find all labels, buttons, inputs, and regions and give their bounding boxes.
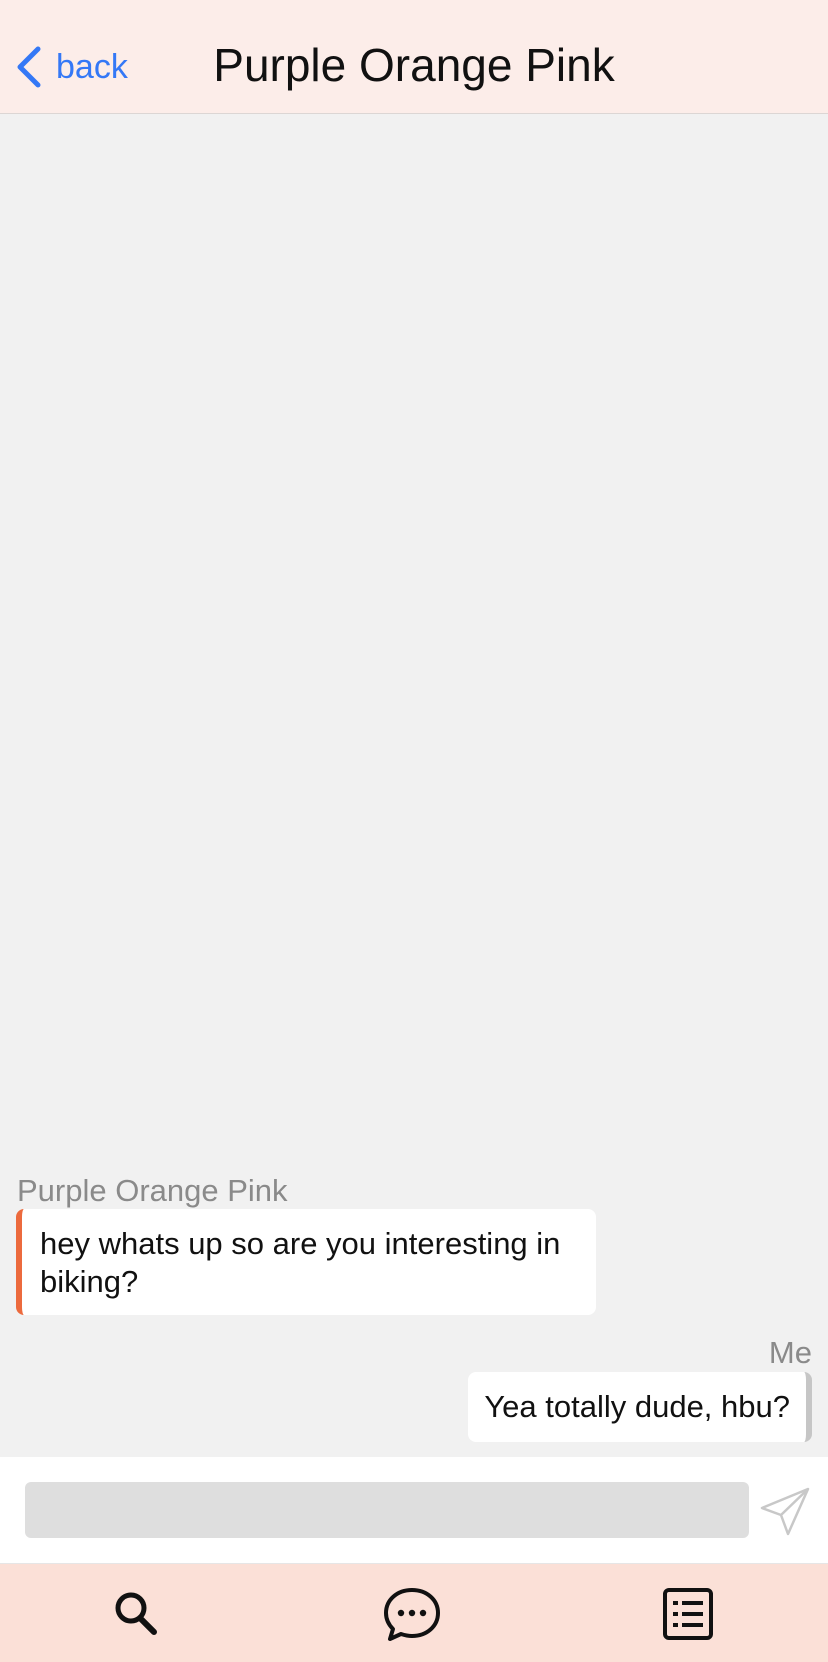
message-input[interactable] (25, 1482, 749, 1538)
tab-search[interactable] (104, 1582, 168, 1646)
list-icon (663, 1588, 713, 1640)
message-list[interactable]: Purple Orange Pink hey whats up so are y… (0, 115, 828, 1457)
tab-list[interactable] (656, 1582, 720, 1646)
chat-bubble-icon (384, 1588, 440, 1641)
navigation-header: back Purple Orange Pink (0, 0, 828, 114)
tab-messages[interactable] (380, 1582, 444, 1646)
send-button[interactable] (756, 1481, 816, 1541)
send-icon (760, 1487, 810, 1536)
message-sender: Purple Orange Pink (17, 1173, 288, 1208)
message-sender: Me (768, 1335, 812, 1370)
compose-bar (0, 1457, 828, 1564)
outgoing-message-bubble: Yea totally dude, hbu? (468, 1372, 812, 1442)
tab-bar (0, 1564, 828, 1662)
search-icon (115, 1592, 157, 1635)
incoming-message-bubble: hey whats up so are you interesting in b… (16, 1209, 596, 1315)
chat-screen: back Purple Orange Pink Purple Orange Pi… (0, 0, 828, 1662)
page-title: Purple Orange Pink (213, 39, 615, 91)
